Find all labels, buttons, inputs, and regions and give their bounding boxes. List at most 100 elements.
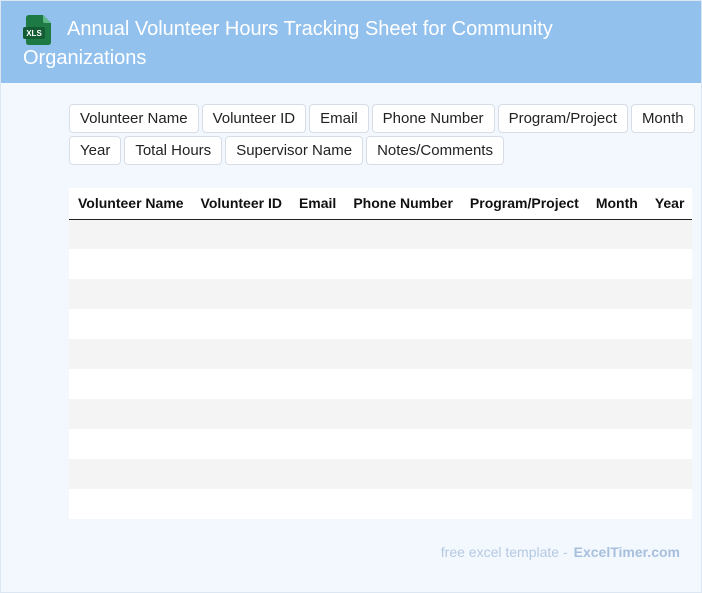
table-row	[69, 429, 693, 459]
table-cell[interactable]	[289, 459, 345, 489]
table-cell[interactable]	[586, 489, 646, 519]
column-header: Volunteer Name	[69, 188, 192, 220]
field-chip: Email	[309, 104, 369, 133]
table-cell[interactable]	[586, 219, 646, 249]
table-cell[interactable]	[645, 279, 693, 309]
table-cell[interactable]	[191, 339, 290, 369]
table-cell[interactable]	[289, 489, 345, 519]
table-cell[interactable]	[645, 489, 693, 519]
table-cell[interactable]	[289, 309, 345, 339]
table-row	[69, 489, 693, 519]
table-cell[interactable]	[289, 399, 345, 429]
table-cell[interactable]	[344, 369, 461, 399]
table-row	[69, 459, 693, 489]
field-chip: Notes/Comments	[366, 136, 504, 165]
field-chip: Supervisor Name	[225, 136, 364, 165]
column-header: Year	[645, 188, 693, 220]
column-header: Volunteer ID	[191, 188, 290, 220]
table-cell[interactable]	[645, 339, 693, 369]
table-row	[69, 399, 693, 429]
field-chip: Volunteer ID	[201, 104, 307, 133]
table-cell[interactable]	[69, 219, 192, 249]
table-cell[interactable]	[69, 249, 192, 279]
table-cell[interactable]	[289, 339, 345, 369]
table-cell[interactable]	[289, 369, 345, 399]
table-header-row: Volunteer Name Volunteer ID Email Phone Num…	[69, 188, 693, 220]
table-cell[interactable]	[344, 459, 461, 489]
table-cell[interactable]	[69, 369, 192, 399]
table-row	[69, 339, 693, 369]
table-cell[interactable]	[191, 459, 290, 489]
table-cell[interactable]	[191, 219, 290, 249]
field-chip: Volunteer Name	[69, 104, 199, 133]
table-cell[interactable]	[289, 429, 345, 459]
table-cell[interactable]	[344, 249, 461, 279]
table-cell[interactable]	[460, 219, 587, 249]
table-cell[interactable]	[289, 249, 345, 279]
table-cell[interactable]	[645, 309, 693, 339]
table-cell[interactable]	[344, 489, 461, 519]
table-cell[interactable]	[460, 399, 587, 429]
footer-credit: free excel template - ExcelTimer.com	[441, 544, 680, 560]
table-cell[interactable]	[69, 339, 192, 369]
table-cell[interactable]	[645, 429, 693, 459]
table-cell[interactable]	[69, 429, 192, 459]
table-cell[interactable]	[191, 489, 290, 519]
table-cell[interactable]	[344, 279, 461, 309]
table-cell[interactable]	[460, 369, 587, 399]
column-header: Month	[586, 188, 646, 220]
table-row	[69, 279, 693, 309]
table-cell[interactable]	[289, 279, 345, 309]
field-list: Volunteer Name Volunteer ID Email Phone Num…	[69, 104, 695, 165]
table-cell[interactable]	[460, 459, 587, 489]
table-cell[interactable]	[645, 399, 693, 429]
table-cell[interactable]	[191, 309, 290, 339]
table-cell[interactable]	[344, 339, 461, 369]
table-cell[interactable]	[191, 399, 290, 429]
table-cell[interactable]	[344, 429, 461, 459]
table-cell[interactable]	[645, 219, 693, 249]
template-preview: XLS Annual Volunteer Hours Tracking Shee…	[0, 0, 702, 593]
table-cell[interactable]	[586, 429, 646, 459]
table-cell[interactable]	[645, 459, 693, 489]
table-cell[interactable]	[586, 279, 646, 309]
table-cell[interactable]	[344, 219, 461, 249]
table-cell[interactable]	[191, 369, 290, 399]
table-cell[interactable]	[460, 489, 587, 519]
footer-brand-link[interactable]: ExcelTimer.com	[574, 544, 680, 560]
table-cell[interactable]	[586, 399, 646, 429]
table-cell[interactable]	[460, 279, 587, 309]
table-cell[interactable]	[460, 339, 587, 369]
field-chip: Month	[630, 104, 695, 133]
table-cell[interactable]	[69, 309, 192, 339]
table-cell[interactable]	[69, 489, 192, 519]
table-cell[interactable]	[586, 339, 646, 369]
table-cell[interactable]	[344, 309, 461, 339]
table-cell[interactable]	[645, 249, 693, 279]
table-row	[69, 369, 693, 399]
table-cell[interactable]	[586, 309, 646, 339]
table-cell[interactable]	[289, 219, 345, 249]
table-cell[interactable]	[586, 459, 646, 489]
table-cell[interactable]	[460, 309, 587, 339]
table-cell[interactable]	[69, 279, 192, 309]
table-cell[interactable]	[586, 369, 646, 399]
table-row	[69, 219, 693, 249]
table-cell[interactable]	[460, 249, 587, 279]
column-header: Phone Number	[344, 188, 461, 220]
page-title: Annual Volunteer Hours Tracking Sheet fo…	[23, 18, 553, 69]
table-cell[interactable]	[645, 369, 693, 399]
table-cell[interactable]	[191, 249, 290, 279]
column-header: Program/Project	[460, 188, 587, 220]
table-cell[interactable]	[344, 399, 461, 429]
table-row	[69, 309, 693, 339]
table-cell[interactable]	[69, 459, 192, 489]
table-cell[interactable]	[69, 399, 192, 429]
field-chip: Phone Number	[371, 104, 495, 133]
header-banner: XLS Annual Volunteer Hours Tracking Shee…	[1, 1, 701, 83]
table-cell[interactable]	[460, 429, 587, 459]
table-cell[interactable]	[191, 429, 290, 459]
column-header: Email	[289, 188, 345, 220]
table-cell[interactable]	[191, 279, 290, 309]
table-cell[interactable]	[586, 249, 646, 279]
